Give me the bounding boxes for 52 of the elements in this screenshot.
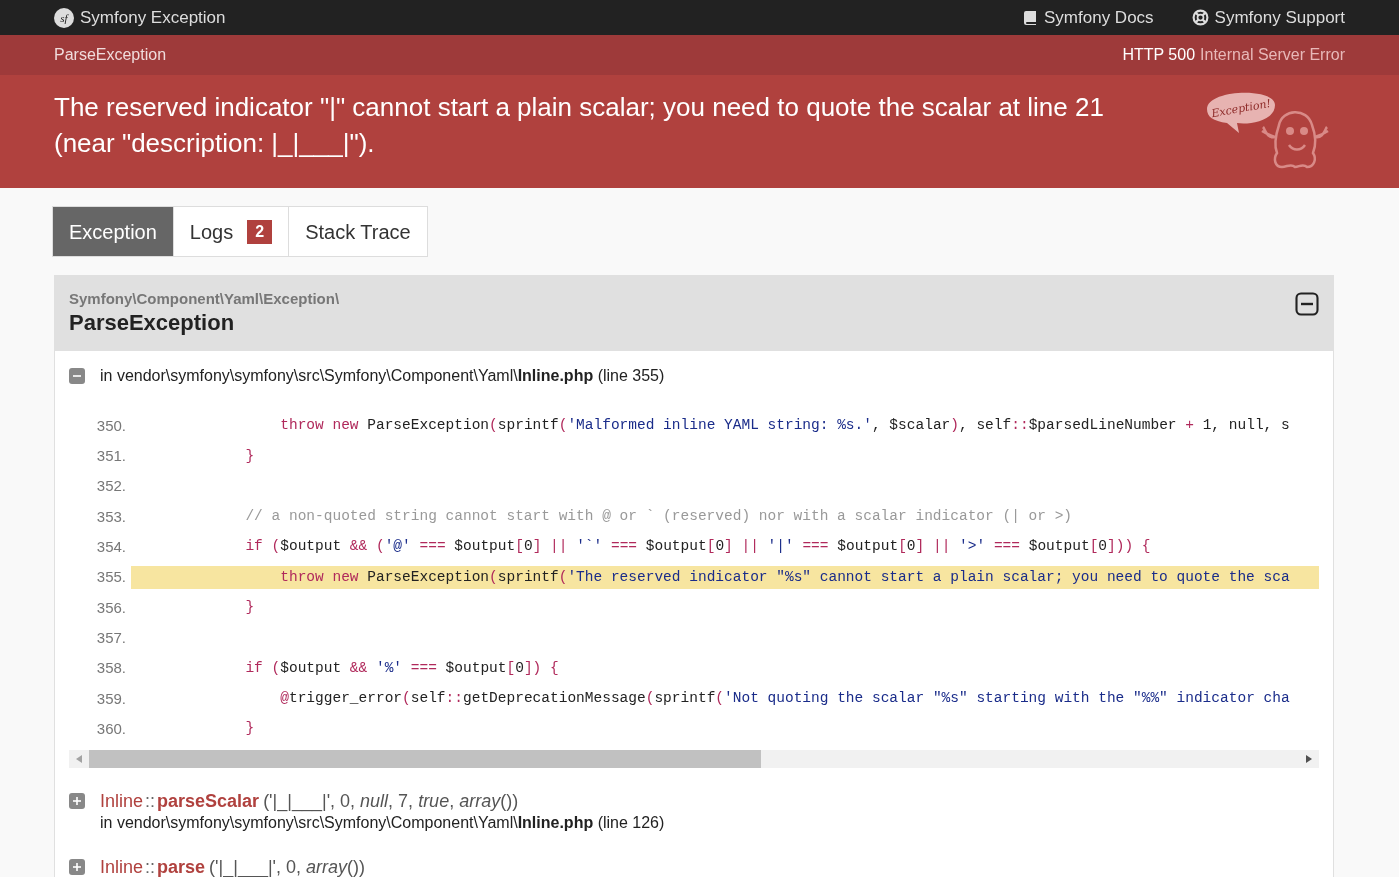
- code-line: }: [244, 446, 256, 466]
- line-number: 354.: [95, 537, 126, 558]
- trace-class: Inline: [100, 856, 144, 877]
- expand-icon[interactable]: [69, 859, 85, 876]
- tab[interactable]: Exception: [52, 206, 174, 257]
- status-code: HTTP 500: [1122, 45, 1196, 65]
- line-number: 359.: [95, 688, 126, 709]
- trace-class: Inline: [100, 790, 144, 813]
- trace-method: parse: [157, 856, 206, 877]
- tab[interactable]: Logs 2: [173, 206, 290, 257]
- line-number: 357.: [95, 627, 126, 648]
- code-line: }: [244, 598, 256, 618]
- brand-title: Symfony Exception: [80, 6, 226, 29]
- file-path: in vendor\symfony\symfony\src\Symfony\Component\Yaml\Inline.php (line 355): [100, 366, 665, 386]
- line-number: 352.: [95, 476, 126, 497]
- code-line: // a non-quoted string cannot start with @ or ` (reserved) nor with a scalar indicator (| or >): [244, 507, 1074, 527]
- line-number: 360.: [95, 718, 126, 739]
- exception-class: ParseException: [69, 309, 236, 337]
- line-number: 350.: [95, 415, 126, 436]
- exception-namespace: Symfony\Component\Yaml\Exception\: [69, 290, 340, 308]
- trace-arguments: ('|_|___|', 0, null, 7, true, array()): [263, 790, 519, 813]
- count-badge: 2: [247, 219, 273, 244]
- line-number: 355.: [95, 567, 126, 588]
- code-line: if ($output && '%' === $output[0]) {: [244, 658, 560, 678]
- line-number: 353.: [95, 506, 126, 527]
- collapse-icon[interactable]: [1295, 292, 1319, 316]
- horizontal-scrollbar[interactable]: [69, 750, 1319, 769]
- line-number: 351.: [95, 446, 126, 467]
- book-icon: [1022, 9, 1038, 26]
- left-arrow-icon[interactable]: [76, 755, 82, 764]
- trace-separator: ::: [145, 790, 156, 813]
- lifebuoy-icon: [1191, 9, 1209, 26]
- symfony-logo: sf: [54, 7, 74, 28]
- file-path: in vendor\symfony\symfony\src\Symfony\Component\Yaml\Inline.php (line 126): [100, 813, 665, 834]
- exception-message: The reserved indicator "|" cannot start a plain scalar; you need to quote the scalar at line 21 (near "description: |_|___|").: [54, 91, 1105, 160]
- scrollbar-thumb[interactable]: [89, 750, 761, 769]
- trace-separator: ::: [145, 856, 156, 877]
- code-line: throw new ParseException(sprintf('Malformed inline YAML string: %s.', $scalar), self::$parsedLineNumber + 1, null, s: [279, 416, 1291, 436]
- expand-icon[interactable]: [69, 793, 85, 810]
- header-link[interactable]: Symfony Docs: [1022, 4, 1154, 31]
- line-number: 358.: [95, 658, 126, 679]
- code-line: }: [244, 719, 256, 739]
- trace-method: parseScalar: [157, 790, 260, 813]
- code-line: if ($output && ('@' === $output[0] || '`' === $output[0] || '|' === $output[0] || '>' === $output[0])) {: [244, 537, 1152, 557]
- status-text: Internal Server Error: [1200, 45, 1345, 65]
- code-line: @trigger_error(self::getDeprecationMessage(sprintf('Not quoting the scalar "%s" starting with the "%%" indicator cha: [279, 688, 1291, 708]
- right-arrow-icon[interactable]: [1306, 755, 1312, 764]
- exception-class-label: ParseException: [54, 45, 167, 65]
- header-link[interactable]: Symfony Support: [1191, 4, 1345, 31]
- line-number: 356.: [95, 597, 126, 618]
- trace-arguments: ('|_|___|', 0, array()): [209, 856, 366, 877]
- tab[interactable]: Stack Trace: [289, 206, 428, 257]
